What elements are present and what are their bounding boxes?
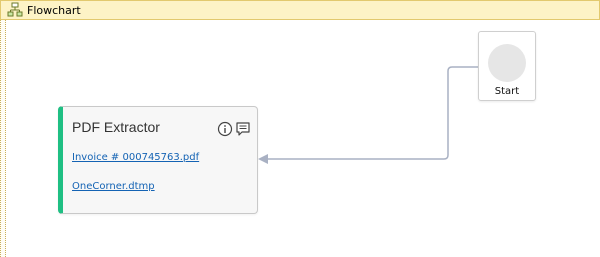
flowchart-header[interactable]: Flowchart xyxy=(0,0,600,20)
start-circle xyxy=(488,44,526,82)
start-node[interactable]: Start xyxy=(478,31,536,101)
flowchart-title: Flowchart xyxy=(27,3,81,17)
template-file-link[interactable]: OneCorner.dtmp xyxy=(72,181,155,192)
flowchart-icon xyxy=(7,2,23,17)
activity-icons xyxy=(217,121,251,137)
start-label: Start xyxy=(494,86,520,97)
info-icon[interactable] xyxy=(217,121,233,137)
flowchart-canvas[interactable]: Start PDF Extractor Invoice # 000745763.… xyxy=(6,20,600,257)
comment-icon[interactable] xyxy=(235,121,251,137)
invoice-file-link[interactable]: Invoice # 000745763.pdf xyxy=(72,152,199,163)
flowchart-designer: Flowchart Start PDF Extractor Invoice # … xyxy=(0,0,600,257)
pdf-extractor-activity[interactable]: PDF Extractor Invoice # 000745763.pdf On… xyxy=(58,106,258,214)
activity-title: PDF Extractor xyxy=(72,119,160,135)
